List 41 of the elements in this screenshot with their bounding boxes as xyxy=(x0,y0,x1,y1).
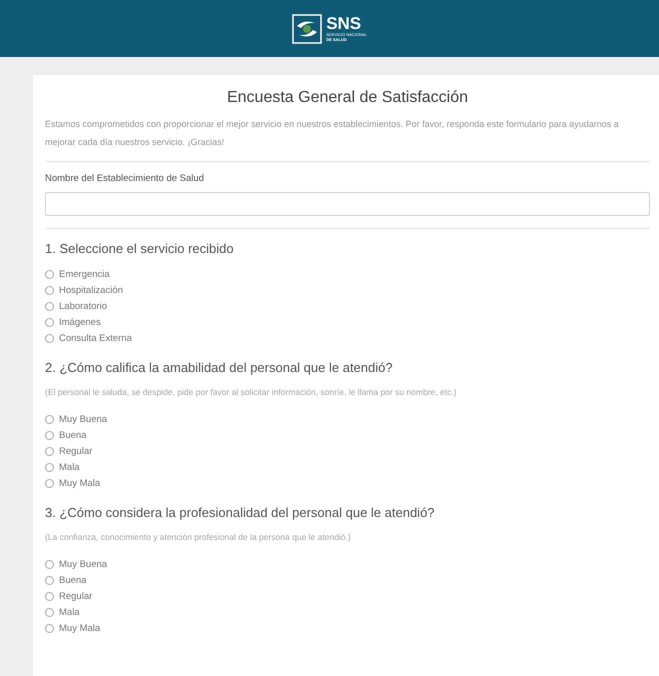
question-title: 2. ¿Cómo califica la amabilidad del personal que le atendió? xyxy=(45,360,394,375)
radio-button[interactable] xyxy=(45,414,54,424)
option-label[interactable]: Imágenes xyxy=(59,316,101,328)
option-label[interactable]: Mala xyxy=(59,606,80,618)
option-label[interactable]: Buena xyxy=(59,430,86,440)
question-hint: (El personal le saluda, se despide, pide por favor al solicitar información, sonríe, le llama por su nombre, etc.) xyxy=(45,387,458,397)
option-label[interactable]: Muy Buena xyxy=(59,414,108,424)
radio-button[interactable] xyxy=(45,446,54,456)
radio-button[interactable] xyxy=(45,478,54,488)
input-field[interactable] xyxy=(45,192,650,216)
question-title: 3. ¿Cómo considera la profesionalidad del personal que le atendió? xyxy=(45,505,436,520)
option-label[interactable]: Mala xyxy=(59,462,80,472)
field-label: Nombre del Establecimiento de Salud xyxy=(45,173,205,184)
radio-button[interactable] xyxy=(45,334,54,342)
option-label[interactable]: Muy Mala xyxy=(59,622,100,634)
radio-button[interactable] xyxy=(45,592,54,600)
option-label[interactable]: Consulta Externa xyxy=(59,332,132,344)
radio-button[interactable] xyxy=(45,286,54,294)
radio-button[interactable] xyxy=(45,302,54,310)
option-label[interactable]: Emergencia xyxy=(59,268,110,280)
question-title: 1. Seleccione el servicio recibido xyxy=(45,241,235,256)
radio-button[interactable] xyxy=(45,624,54,632)
option-label[interactable]: Muy Buena xyxy=(59,558,108,570)
radio-button[interactable] xyxy=(45,608,54,616)
radio-button[interactable] xyxy=(45,430,54,440)
radio-button[interactable] xyxy=(45,270,54,278)
radio-button[interactable] xyxy=(45,576,54,584)
option-label[interactable]: Regular xyxy=(59,590,92,602)
intro-text: Estamos comprometidos con proporcionar el mejor servicio en nuestros establecimientos. Por favor, responda este formulario para ayudarnos a mejorar cada día nuestros servicio. ¡Gracias! xyxy=(45,118,620,149)
option-label[interactable]: Laboratorio xyxy=(59,300,108,312)
option-label[interactable]: Hospitalización xyxy=(59,284,123,296)
question-hint: (La confianza, conocimiento y atención profesional de la persona que le atendió.) xyxy=(45,532,352,542)
form-title: Encuesta General de Satisfacción xyxy=(226,89,470,107)
radio-button[interactable] xyxy=(45,560,54,568)
radio-button[interactable] xyxy=(45,318,54,326)
option-label[interactable]: Regular xyxy=(59,446,92,456)
logo-name: SNS xyxy=(326,15,362,32)
option-label[interactable]: Buena xyxy=(59,574,86,586)
hands-logo-icon xyxy=(292,14,322,44)
option-label[interactable]: Muy Mala xyxy=(59,478,100,488)
radio-button[interactable] xyxy=(45,462,54,472)
